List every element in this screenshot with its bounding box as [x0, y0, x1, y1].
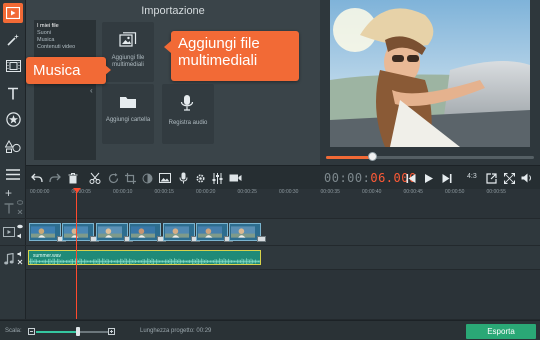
- import-title: Importazione: [141, 5, 205, 17]
- title-track-header: [0, 197, 26, 219]
- star-icon[interactable]: [3, 109, 23, 129]
- previous-frame-icon[interactable]: [404, 171, 418, 185]
- audio-track-volume-icon[interactable]: [17, 251, 23, 257]
- settings-gear-icon[interactable]: [193, 171, 207, 185]
- volume-icon[interactable]: [520, 171, 534, 185]
- zoom-in-icon[interactable]: [108, 328, 115, 335]
- add-folder-label: Aggiungi cartella: [105, 117, 151, 123]
- video-track-mute-icon[interactable]: [17, 233, 23, 239]
- undock-preview-icon[interactable]: [484, 171, 498, 185]
- crop-icon[interactable]: [123, 171, 137, 185]
- microphone-icon: [179, 94, 195, 112]
- video-track-icon: [3, 227, 15, 237]
- clip-thumbnail: [231, 226, 256, 238]
- status-bar: Scala: Lunghezza progetto: 00:29 Esporta: [0, 320, 540, 340]
- title-track-lane: [26, 197, 540, 219]
- fullscreen-icon[interactable]: [502, 171, 516, 185]
- shapes-icon[interactable]: [3, 136, 23, 156]
- timecode-dim: 00:00:: [324, 171, 371, 185]
- rotate-icon[interactable]: [106, 171, 120, 185]
- seek-bar-progress: [326, 156, 372, 159]
- add-files-callout-tail: [164, 41, 171, 53]
- playhead[interactable]: [76, 189, 77, 319]
- split-icon[interactable]: [88, 171, 102, 185]
- zoom-slider-fill: [36, 331, 78, 333]
- seek-bar-handle[interactable]: [367, 152, 377, 161]
- ruler-tick-label: 00:00:45: [403, 189, 423, 195]
- audio-track-header: [0, 246, 26, 320]
- music-callout-tail: [104, 64, 111, 76]
- magic-wand-icon[interactable]: [3, 30, 23, 50]
- category-list: I miei file Suoni Musica Contenuti video: [34, 20, 96, 160]
- category-sounds[interactable]: Suoni: [37, 30, 51, 36]
- color-adjust-icon[interactable]: [140, 171, 154, 185]
- image-insert-icon[interactable]: [158, 171, 172, 185]
- menu-icon[interactable]: [3, 164, 23, 184]
- timeline-ruler: 00:00:00 00:00:05 00:00:10 00:00:15 00:00:20…: [26, 189, 540, 197]
- ruler-tick-label: 00:00:15: [154, 189, 174, 195]
- music-callout-text: Musica: [33, 62, 81, 79]
- next-frame-icon[interactable]: [440, 171, 454, 185]
- record-audio-button[interactable]: Registra audio: [162, 84, 214, 144]
- category-music[interactable]: Musica: [37, 37, 54, 43]
- empty-track-area: [26, 270, 540, 320]
- microphone-record-icon[interactable]: [176, 171, 190, 185]
- title-track-lock-icon[interactable]: [17, 208, 23, 214]
- ruler-tick-label: 00:00:25: [237, 189, 257, 195]
- preview-panel: [320, 0, 540, 165]
- media-files-icon: [119, 32, 137, 50]
- record-audio-label: Registra audio: [168, 120, 208, 126]
- ruler-tick-label: 00:00:20: [196, 189, 216, 195]
- media-import-icon[interactable]: [3, 3, 23, 23]
- ruler-tick-label: 00:00:30: [279, 189, 299, 195]
- equalizer-icon[interactable]: [210, 171, 224, 185]
- music-callout: Musica: [26, 57, 106, 84]
- transition-marker[interactable]: [257, 236, 267, 242]
- category-video[interactable]: Contenuti video: [37, 44, 75, 50]
- title-track-visibility-icon[interactable]: [17, 200, 23, 205]
- ruler-tick-label: 00:00:50: [445, 189, 465, 195]
- capture-video-icon[interactable]: [228, 171, 242, 185]
- clip-thumbnail: [31, 226, 55, 238]
- folder-icon: [119, 94, 137, 110]
- timecode-display: 00:00:06.000: [324, 171, 417, 185]
- playhead-handle[interactable]: [73, 188, 81, 193]
- play-icon[interactable]: [422, 171, 436, 185]
- preview-video-frame: [330, 0, 530, 147]
- video-track-header: [0, 219, 26, 246]
- add-files-callout-text: Aggiungi file multimediali: [178, 35, 260, 69]
- audio-waveform: [29, 258, 260, 264]
- list-collapse-arrow[interactable]: ‹: [90, 86, 93, 95]
- zoom-slider-handle[interactable]: [75, 327, 80, 336]
- project-length: Lunghezza progetto: 00:29: [140, 328, 212, 334]
- audio-clip[interactable]: summer.wav: [28, 250, 261, 265]
- video-track-visibility-icon[interactable]: [17, 224, 23, 229]
- music-note-icon: [4, 253, 14, 265]
- audio-track-mute-icon[interactable]: [17, 259, 23, 265]
- undo-icon[interactable]: [30, 171, 44, 185]
- clip-thumbnail: [97, 226, 122, 238]
- redo-icon[interactable]: [48, 171, 62, 185]
- filmstrip-icon[interactable]: [3, 56, 23, 76]
- clip-thumbnail: [131, 226, 156, 238]
- clip-thumbnail: [198, 226, 222, 238]
- ruler-tick-label: 00:00:40: [362, 189, 382, 195]
- ruler-tick-label: 00:00:55: [486, 189, 506, 195]
- zoom-out-icon[interactable]: [28, 328, 35, 335]
- add-files-callout: Aggiungi file multimediali: [171, 31, 299, 81]
- category-my-files[interactable]: I miei file: [37, 23, 59, 29]
- title-track-icon: [4, 203, 14, 214]
- aspect-ratio-button[interactable]: 4:3: [467, 173, 477, 180]
- add-folder-button[interactable]: Aggiungi cartella: [102, 84, 154, 144]
- editing-toolbar: 00:00:06.000 4:3: [26, 165, 540, 189]
- export-button[interactable]: Esporta: [466, 324, 536, 339]
- scale-label: Scala:: [5, 328, 22, 334]
- ruler-tick-label: 00:00:00: [30, 189, 50, 195]
- clip-thumbnail: [164, 226, 189, 238]
- ruler-tick-label: 00:00:35: [320, 189, 340, 195]
- delete-icon[interactable]: [66, 171, 80, 185]
- text-icon[interactable]: [3, 83, 23, 103]
- ruler-tick-label: 00:00:10: [113, 189, 133, 195]
